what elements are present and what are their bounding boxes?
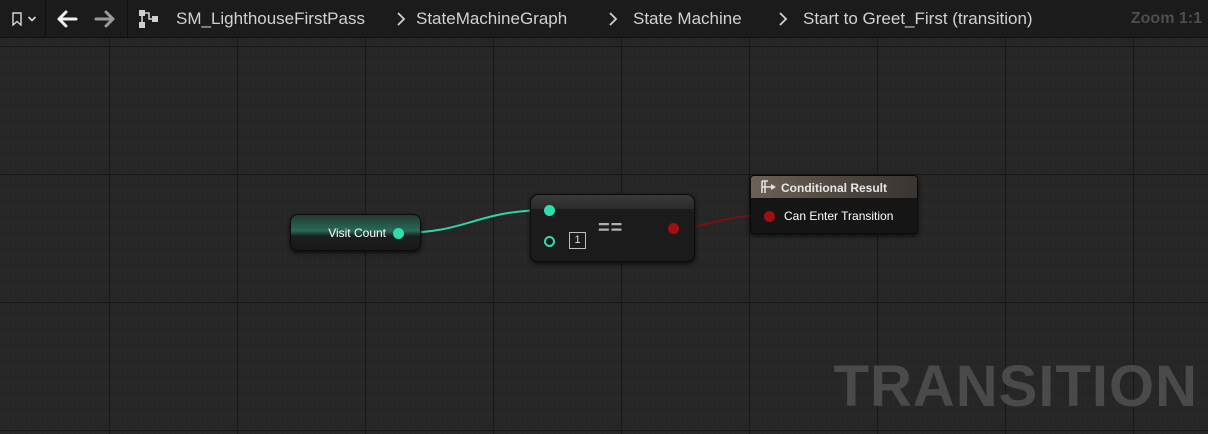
arrow-left-icon (57, 10, 78, 27)
can-enter-transition-label: Can Enter Transition (784, 209, 894, 223)
breadcrumb-chevron-icon (779, 12, 788, 26)
forward-button[interactable] (90, 0, 120, 38)
graph-type-watermark: TRANSITION (833, 354, 1198, 419)
breadcrumb-state-machine[interactable]: State Machine (633, 0, 742, 38)
input-b-pin[interactable] (544, 236, 555, 247)
arrow-right-icon (94, 10, 115, 27)
state-machine-icon (139, 10, 158, 28)
variable-output-pin[interactable] (393, 228, 404, 239)
breadcrumb-chevron-icon (609, 12, 618, 26)
breadcrumb-asset[interactable]: SM_LighthouseFirstPass (176, 0, 365, 38)
result-node-icon (761, 180, 776, 193)
visit-count-variable-node[interactable]: Visit Count (290, 214, 421, 251)
bool-output-pin[interactable] (668, 223, 679, 234)
back-button[interactable] (52, 0, 82, 38)
bookmark-dropdown-button[interactable] (4, 0, 42, 38)
zoom-level: Zoom 1:1 (1130, 10, 1202, 27)
graph-toolbar: SM_LighthouseFirstPass StateMachineGraph… (0, 0, 1208, 38)
result-node-header: Conditional Result (751, 176, 917, 198)
equals-node[interactable]: 1 == (530, 194, 695, 262)
chevron-down-icon (27, 15, 36, 22)
breadcrumb-transition[interactable]: Start to Greet_First (transition) (803, 0, 1033, 38)
equals-node-header (531, 195, 694, 209)
breadcrumb-graph[interactable]: StateMachineGraph (416, 0, 567, 38)
input-a-pin[interactable] (544, 205, 555, 216)
result-node-title: Conditional Result (781, 181, 887, 195)
variable-label: Visit Count (328, 226, 386, 240)
equals-operator-label: == (598, 217, 624, 239)
input-b-value-box[interactable]: 1 (569, 232, 586, 249)
can-enter-transition-pin[interactable] (764, 211, 775, 222)
bookmark-icon (11, 11, 22, 26)
breadcrumb-chevron-icon (397, 12, 406, 26)
conditional-result-node[interactable]: Conditional Result Can Enter Transition (750, 175, 918, 234)
graph-canvas[interactable]: Visit Count 1 == Conditional Result Can … (0, 38, 1208, 434)
